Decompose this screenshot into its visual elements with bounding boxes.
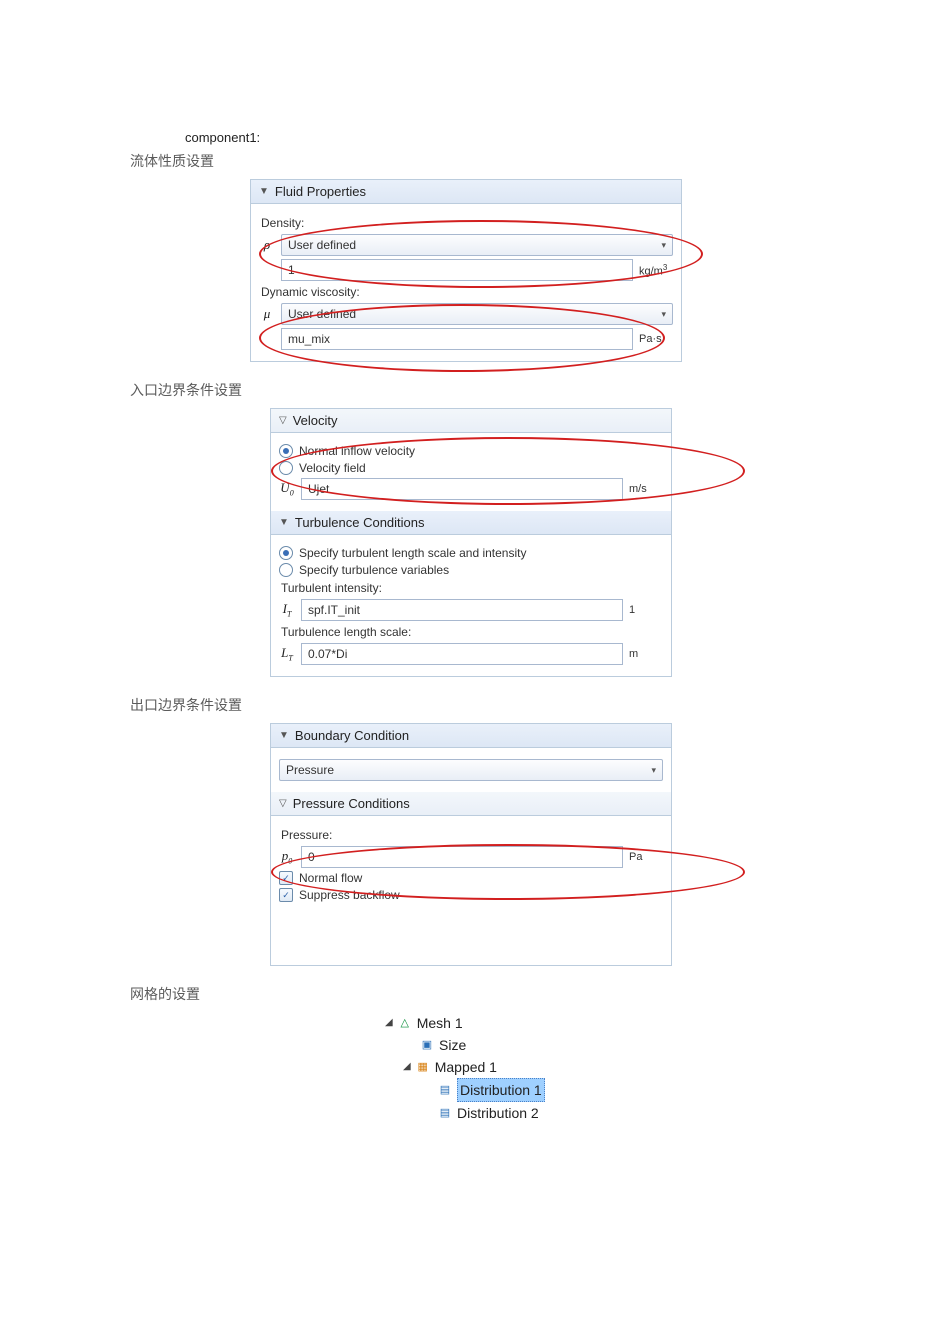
distribution2-label: Distribution 2 — [457, 1102, 539, 1124]
suppress-backflow-checkbox[interactable] — [279, 888, 293, 902]
u0-symbol: U0 — [279, 480, 295, 498]
triangle-expanded-icon: ◢ — [403, 1056, 411, 1078]
density-value: 1 — [288, 263, 295, 277]
viscosity-value-input[interactable]: mu_mix — [281, 328, 633, 350]
u0-unit: m/s — [629, 483, 663, 495]
viscosity-select-value: User defined — [288, 307, 356, 321]
lt-value: 0.07*Di — [308, 647, 347, 661]
mapped1-label: Mapped 1 — [435, 1056, 497, 1078]
p0-unit: Pa — [629, 851, 663, 863]
tree-item-mesh1[interactable]: ◢ △ Mesh 1 — [385, 1012, 815, 1034]
chevron-down-icon: ▼ — [259, 186, 269, 197]
it-symbol: IT — [279, 601, 295, 619]
u0-input[interactable]: Ujet — [301, 478, 623, 500]
outlet-panel: ▼ Boundary Condition Pressure ▾ ▽ Pressu… — [270, 723, 672, 966]
chevron-down-icon: ▽ — [279, 798, 287, 809]
section-outlet-title: 出口边界条件设置 — [130, 695, 815, 715]
chevron-down-icon: ▼ — [279, 517, 289, 528]
fluid-properties-panel: ▼ Fluid Properties Density: ρ User defin… — [250, 179, 682, 362]
density-unit: kg/m3 — [639, 263, 673, 278]
it-input[interactable]: spf.IT_init — [301, 599, 623, 621]
suppress-backflow-label: Suppress backflow — [299, 888, 400, 902]
density-symbol: ρ — [259, 237, 275, 253]
p0-value: 0 — [308, 850, 315, 864]
mapped-icon: ▦ — [415, 1059, 431, 1075]
fluid-properties-header[interactable]: ▼ Fluid Properties — [251, 180, 681, 204]
spacer — [259, 331, 275, 347]
component-line: component1: — [185, 130, 815, 145]
viscosity-select[interactable]: User defined ▾ — [281, 303, 673, 325]
density-value-input[interactable]: 1 — [281, 259, 633, 281]
viscosity-unit: Pa·s — [639, 333, 673, 345]
turbulence-title: Turbulence Conditions — [295, 515, 425, 530]
chevron-down-icon: ▽ — [279, 415, 287, 426]
tree-item-size[interactable]: ▣ Size — [419, 1034, 815, 1056]
distribution-icon: ▤ — [437, 1082, 453, 1098]
section-inlet-title: 入口边界条件设置 — [130, 380, 815, 400]
spacer — [259, 262, 275, 278]
velocity-title: Velocity — [293, 413, 338, 428]
velocity-header[interactable]: ▽ Velocity — [271, 409, 671, 433]
mesh1-label: Mesh 1 — [417, 1012, 463, 1034]
it-value: spf.IT_init — [308, 603, 360, 617]
fluid-properties-title: Fluid Properties — [275, 184, 366, 199]
viscosity-symbol: μ — [259, 306, 275, 322]
section-mesh-title: 网格的设置 — [130, 984, 815, 1004]
chevron-down-icon: ▾ — [661, 309, 666, 320]
size-icon: ▣ — [419, 1037, 435, 1053]
mesh-icon: △ — [397, 1015, 413, 1031]
pressure-conditions-header[interactable]: ▽ Pressure Conditions — [271, 792, 671, 816]
lt-symbol: LT — [279, 645, 295, 663]
pressure-label: Pressure: — [281, 828, 663, 842]
pressure-conditions-title: Pressure Conditions — [293, 796, 410, 811]
chevron-down-icon: ▼ — [279, 730, 289, 741]
radio-velocity-field[interactable] — [279, 461, 293, 475]
boundary-condition-title: Boundary Condition — [295, 728, 409, 743]
chevron-down-icon: ▾ — [661, 240, 666, 251]
radio-normal-label: Normal inflow velocity — [299, 444, 415, 458]
size-label: Size — [439, 1034, 466, 1056]
radio-spec-vars-label: Specify turbulence variables — [299, 563, 449, 577]
p0-input[interactable]: 0 — [301, 846, 623, 868]
distribution1-label: Distribution 1 — [457, 1078, 545, 1102]
radio-velocity-field-label: Velocity field — [299, 461, 366, 475]
tree-item-mapped1[interactable]: ◢ ▦ Mapped 1 — [403, 1056, 815, 1078]
triangle-expanded-icon: ◢ — [385, 1012, 393, 1034]
bc-select-value: Pressure — [286, 763, 334, 777]
distribution-icon: ▤ — [437, 1105, 453, 1121]
turb-intensity-label: Turbulent intensity: — [281, 581, 663, 595]
normal-flow-checkbox[interactable] — [279, 871, 293, 885]
radio-spec-vars[interactable] — [279, 563, 293, 577]
turbulence-header[interactable]: ▼ Turbulence Conditions — [271, 511, 671, 535]
tree-item-distribution1[interactable]: ▤ Distribution 1 — [437, 1078, 815, 1102]
lt-unit: m — [629, 648, 663, 660]
lt-input[interactable]: 0.07*Di — [301, 643, 623, 665]
bc-select[interactable]: Pressure ▾ — [279, 759, 663, 781]
tree-item-distribution2[interactable]: ▤ Distribution 2 — [437, 1102, 815, 1124]
turb-length-label: Turbulence length scale: — [281, 625, 663, 639]
radio-spec-ls[interactable] — [279, 546, 293, 560]
mesh-tree: ◢ △ Mesh 1 ▣ Size ◢ ▦ Mapped 1 ▤ Distrib… — [385, 1012, 815, 1124]
viscosity-value: mu_mix — [288, 332, 330, 346]
normal-flow-label: Normal flow — [299, 871, 362, 885]
radio-spec-ls-label: Specify turbulent length scale and inten… — [299, 546, 526, 560]
density-select[interactable]: User defined ▾ — [281, 234, 673, 256]
it-unit: 1 — [629, 604, 663, 616]
density-label: Density: — [261, 216, 673, 230]
density-select-value: User defined — [288, 238, 356, 252]
chevron-down-icon: ▾ — [651, 765, 656, 776]
p0-symbol: p0 — [279, 848, 295, 866]
radio-normal-inflow[interactable] — [279, 444, 293, 458]
u0-value: Ujet — [308, 482, 329, 496]
section-fluid-title: 流体性质设置 — [130, 151, 815, 171]
inlet-panel: ▽ Velocity Normal inflow velocity Veloci… — [270, 408, 672, 677]
viscosity-label: Dynamic viscosity: — [261, 285, 673, 299]
boundary-condition-header[interactable]: ▼ Boundary Condition — [271, 724, 671, 748]
